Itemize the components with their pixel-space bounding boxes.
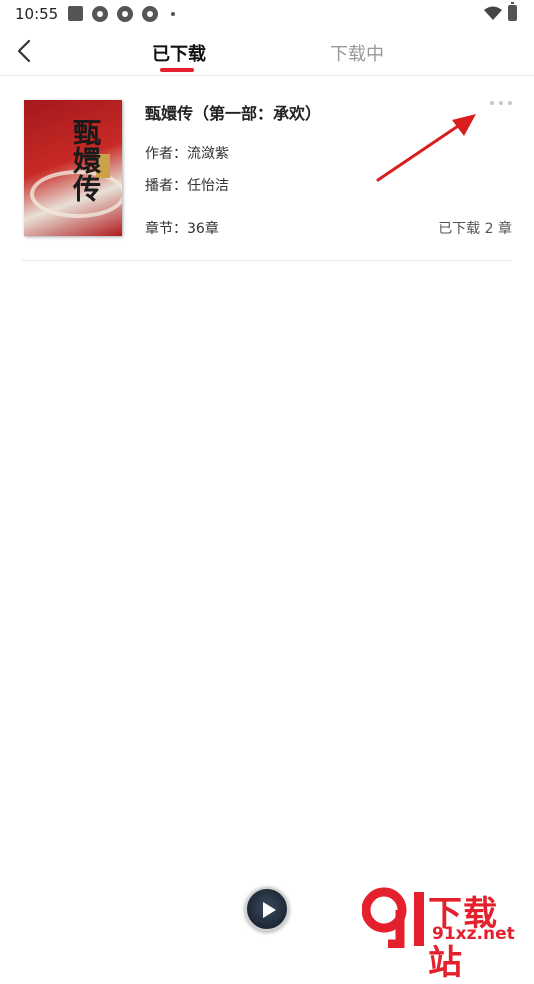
dot-icon — [171, 12, 175, 16]
pinwheel-icon — [117, 6, 133, 22]
watermark: 下载站 91xz.net — [362, 886, 532, 983]
status-bar: 10:55 — [0, 0, 534, 28]
top-nav: 已下载 下载中 — [0, 28, 534, 76]
square-icon — [68, 6, 83, 21]
book-title: 甄嬛传（第一部：承欢） — [145, 104, 322, 123]
watermark-url: 91xz.net — [432, 924, 515, 944]
book-cover[interactable]: 甄嬛传 — [24, 100, 122, 236]
pinwheel-icon — [92, 6, 108, 22]
wifi-icon — [484, 6, 502, 20]
pinwheel-icon — [142, 6, 158, 22]
annotation-arrow-icon — [376, 114, 476, 182]
battery-icon — [508, 2, 517, 21]
tab-downloaded[interactable]: 已下载 — [152, 40, 206, 66]
book-author: 作者：流潋紫 — [145, 146, 229, 162]
downloaded-count: 已下载 2 章 — [438, 221, 512, 237]
tab-downloading[interactable]: 下载中 — [330, 40, 384, 66]
play-icon — [263, 902, 276, 918]
active-tab-indicator — [160, 68, 194, 72]
more-dots-icon[interactable] — [490, 98, 514, 108]
book-narrator: 播者：任怡洁 — [145, 178, 229, 194]
book-chapters: 章节：36章 — [145, 221, 219, 237]
cover-title: 甄嬛传 — [69, 118, 102, 202]
mini-player-button[interactable] — [245, 887, 289, 931]
91-logo — [362, 887, 424, 948]
chevron-left-icon[interactable] — [14, 38, 38, 64]
status-time: 10:55 — [15, 5, 59, 23]
